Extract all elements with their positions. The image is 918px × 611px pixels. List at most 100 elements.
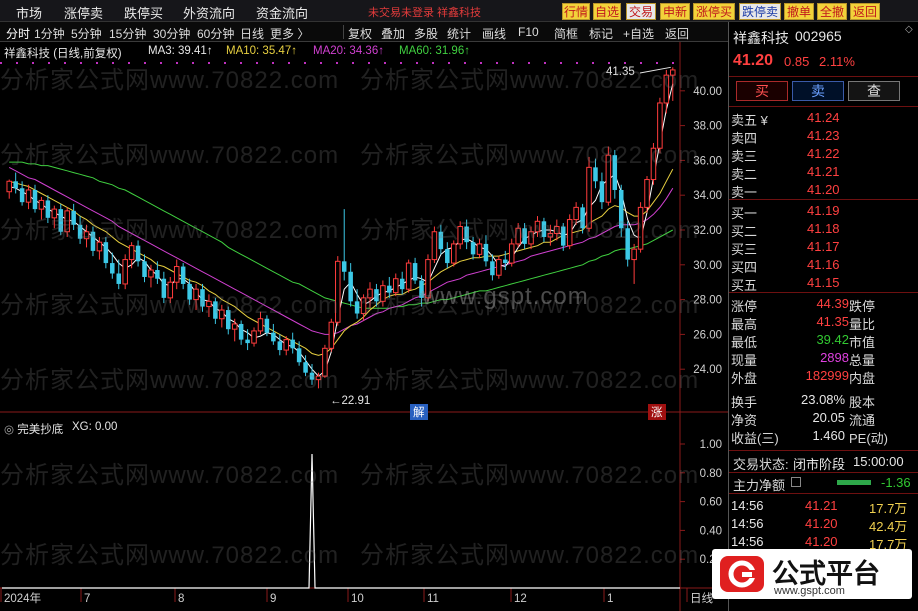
candle — [71, 203, 76, 230]
period-tab-1min[interactable]: 1分钟 — [34, 25, 65, 42]
candle-body — [470, 242, 476, 255]
tick-price: 41.20 — [805, 516, 838, 531]
bid-price: 41.18 — [807, 221, 840, 236]
candle — [277, 334, 283, 356]
candle — [226, 306, 231, 335]
query-button[interactable]: 查 — [848, 81, 900, 101]
menu-limit-up-sell[interactable]: 涨停卖 — [64, 3, 103, 22]
stat-value: 182999 — [805, 368, 849, 383]
tool-draw-line[interactable]: 画线 — [482, 25, 506, 42]
tool-mark[interactable]: 标记 — [589, 25, 613, 42]
collapse-icon[interactable]: ◎ — [4, 424, 14, 436]
ma60-line — [9, 161, 674, 309]
xg-value: XG: 0.00 — [72, 421, 118, 433]
candle — [412, 257, 418, 284]
back-button[interactable]: 返回 — [850, 3, 880, 20]
candle — [354, 289, 360, 319]
candle — [251, 327, 257, 347]
price-tick-label: 36.00 — [693, 155, 722, 167]
menu-limit-down-buy[interactable]: 跌停买 — [124, 3, 163, 22]
bid-price: 41.15 — [807, 275, 840, 290]
ipo-button[interactable]: 申新 — [660, 3, 690, 20]
candle-body — [19, 188, 25, 203]
candle-body — [374, 289, 379, 302]
candle — [257, 311, 264, 335]
period-tab-5min[interactable]: 5分钟 — [71, 25, 102, 42]
tool-overlay[interactable]: 叠加 — [381, 25, 405, 42]
candle — [341, 209, 347, 281]
cancel-order-button[interactable]: 撤单 — [784, 3, 814, 20]
candle-body — [51, 208, 58, 219]
limit-up-marker[interactable]: 涨 — [648, 404, 666, 420]
kline-chart[interactable]: 40.00 38.00 36.00 34.00 32.00 30.00 28.00 26.00… — [0, 42, 728, 611]
candle-body — [206, 300, 212, 308]
candle — [231, 318, 238, 342]
ask-label: 卖四 — [731, 131, 758, 146]
tool-simple-frame[interactable]: 简框 — [554, 25, 578, 42]
candle — [213, 297, 218, 324]
watchlist-button[interactable]: 自选 — [593, 3, 621, 20]
date-tick-label: 1 — [607, 593, 613, 605]
candle-body — [431, 231, 438, 261]
period-tab-60min[interactable]: 60分钟 — [197, 25, 234, 42]
candle — [367, 282, 373, 309]
candle — [431, 226, 438, 264]
price-tick-label: 24.00 — [693, 364, 722, 376]
buy-button[interactable]: 买 — [736, 81, 788, 101]
candle — [631, 243, 637, 284]
candle-body — [77, 224, 83, 239]
limit-down-sell-button[interactable]: 跌停卖 — [739, 3, 781, 20]
menu-market[interactable]: 市场 — [16, 3, 42, 22]
period-tab-intraday[interactable]: 分时 — [6, 25, 30, 42]
flow-toggle-icon[interactable] — [791, 477, 801, 487]
tool-f10[interactable]: F10 — [518, 25, 539, 39]
stat-label: PE(动) — [849, 431, 889, 446]
candle-body — [38, 199, 45, 210]
ask-price: 41.22 — [807, 146, 840, 161]
period-more-dropdown[interactable]: 更多 〉 — [270, 25, 309, 42]
candle — [25, 184, 32, 210]
period-tab-daily[interactable]: 日线 — [240, 25, 264, 42]
candle-body — [341, 261, 347, 272]
candle-body — [612, 155, 618, 190]
price-tick-label: 30.00 — [693, 260, 722, 272]
period-tab-30min[interactable]: 30分钟 — [153, 25, 190, 42]
stock-code: 002965 — [795, 28, 842, 44]
menu-foreign-flow[interactable]: 外资流向 — [183, 3, 235, 22]
stat-label: 市值 — [849, 335, 876, 350]
tool-multi-stock[interactable]: 多股 — [414, 25, 438, 42]
tool-adjust[interactable]: 复权 — [348, 25, 372, 42]
candle-body — [173, 266, 180, 283]
candle-body — [367, 288, 373, 299]
candle-body — [483, 243, 489, 262]
candle-body — [354, 301, 360, 314]
close-icon[interactable]: ◇ — [905, 24, 913, 35]
candle-body — [503, 259, 508, 264]
candle-body — [618, 189, 624, 229]
menu-capital-flow[interactable]: 资金流向 — [256, 3, 308, 22]
sell-button[interactable]: 卖 — [792, 81, 844, 101]
candle-body — [650, 147, 657, 181]
price-tick-label: 32.00 — [693, 225, 722, 237]
limit-up-buy-button[interactable]: 涨停买 — [693, 3, 735, 20]
cancel-all-button[interactable]: 全撤 — [817, 3, 847, 20]
price-tick-label: 26.00 — [693, 329, 722, 341]
candle-body — [605, 154, 612, 203]
tick-volume: 17.7万 — [869, 501, 908, 516]
quote-button[interactable]: 行情 — [562, 3, 590, 20]
tool-add-watchlist[interactable]: +自选 — [623, 25, 654, 42]
candle-body — [251, 330, 257, 344]
candle-body — [348, 271, 353, 302]
tool-back[interactable]: 返回 — [665, 25, 689, 42]
trade-button[interactable]: 交易 — [626, 3, 656, 20]
candle — [566, 214, 573, 250]
tool-statistics[interactable]: 统计 — [447, 25, 471, 42]
period-tab-15min[interactable]: 15分钟 — [109, 25, 146, 42]
candle — [457, 221, 463, 250]
candle-body — [593, 167, 598, 182]
candle-body — [180, 266, 186, 284]
candle — [637, 202, 644, 253]
unlock-marker[interactable]: 解 — [410, 404, 428, 420]
candle-body — [508, 243, 515, 264]
stat-label: 最低 — [731, 335, 758, 350]
